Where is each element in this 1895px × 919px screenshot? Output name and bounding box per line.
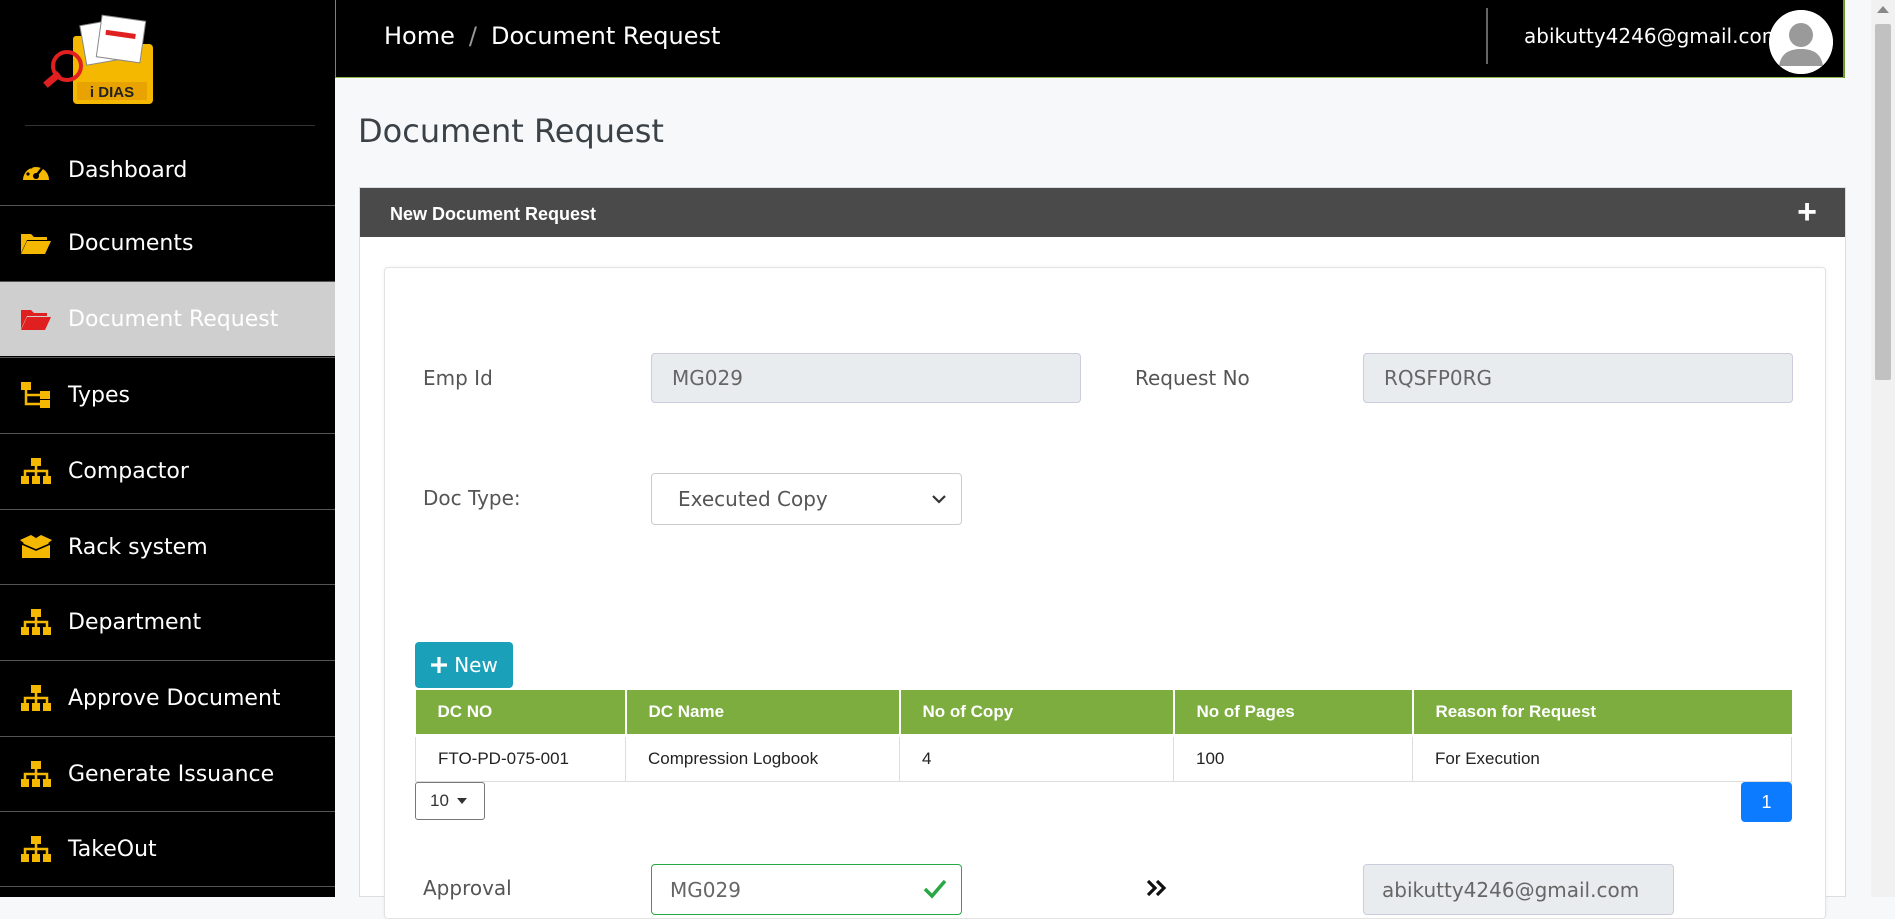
page-button-current[interactable]: 1 <box>1741 782 1792 822</box>
logo-area: i DIAS <box>25 10 315 126</box>
sidebar-item-label: Documents <box>68 230 194 256</box>
doc-type-value: Executed Copy <box>678 487 828 511</box>
double-chevron-right-icon <box>1146 879 1167 897</box>
sitemap-icon <box>18 456 54 486</box>
sitemap-icon <box>18 607 54 637</box>
emp-id-field[interactable]: MG029 <box>651 353 1081 403</box>
card-title: New Document Request <box>390 204 597 224</box>
approval-label: Approval <box>423 876 512 900</box>
no-of-copy-cell: 4 <box>899 735 1174 782</box>
dc-no-cell: FTO-PD-075-001 <box>415 735 626 782</box>
folder-open-icon <box>18 228 54 258</box>
sidebar-item-label: Department <box>68 609 202 635</box>
new-request-card: New Document Request + Emp Id MG029 Requ… <box>359 187 1846 919</box>
card-header: New Document Request + <box>360 188 1845 237</box>
sidebar-item-label: TakeOut <box>68 836 157 862</box>
user-email: abikutty4246@gmail.com <box>1524 24 1782 48</box>
approval-value: MG029 <box>670 877 741 902</box>
box-open-icon <box>18 532 54 562</box>
check-icon <box>923 879 947 899</box>
doc-type-label: Doc Type: <box>423 486 521 510</box>
column-header[interactable]: DC NO <box>415 690 627 737</box>
sidebar-item-takeout[interactable]: TakeOut <box>0 811 335 886</box>
reason-cell: For Execution <box>1412 735 1792 782</box>
approver-email-field[interactable]: abikutty4246@gmail.com <box>1363 864 1674 915</box>
sidebar-item-label: Compactor <box>68 458 189 484</box>
sidebar-item-label: Document Request <box>68 306 279 332</box>
approval-field[interactable]: MG029 <box>651 864 962 915</box>
sidebar-item-rack-system[interactable]: Rack system <box>0 509 335 584</box>
header-divider <box>1486 8 1488 64</box>
request-form: Emp Id MG029 Request No RQSFP0RG Doc Typ… <box>384 267 1826 919</box>
sitemap-icon <box>18 834 54 864</box>
sitemap-icon <box>18 759 54 789</box>
column-header[interactable]: No of Pages <box>1173 690 1414 737</box>
sidebar: i DIAS Dashboard Documents Document Requ… <box>0 0 335 897</box>
page-scrollbar[interactable] <box>1871 0 1895 897</box>
sidebar-item-department[interactable]: Department <box>0 584 335 659</box>
request-no-label: Request No <box>1135 366 1250 390</box>
breadcrumb: Home / Document Request <box>384 22 720 50</box>
scroll-up-arrow-icon[interactable] <box>1877 6 1889 13</box>
expand-plus-icon[interactable]: + <box>1797 194 1817 230</box>
no-of-pages-cell: 100 <box>1173 735 1413 782</box>
breadcrumb-separator: / <box>468 22 477 50</box>
emp-id-label: Emp Id <box>423 366 493 390</box>
folder-open-icon <box>18 304 54 334</box>
logo-text: i DIAS <box>90 84 134 101</box>
user-avatar-icon[interactable] <box>1769 10 1833 74</box>
page-size-value: 10 <box>430 791 449 810</box>
sidebar-item-dashboard[interactable]: Dashboard <box>0 133 335 208</box>
sidebar-item-documents[interactable]: Documents <box>0 205 335 280</box>
plus-icon <box>431 657 448 673</box>
table-header-row: DC NO DC Name No of Copy No of Pages Rea… <box>415 690 1792 737</box>
sidebar-item-approve-document[interactable]: Approve Document <box>0 660 335 735</box>
logo[interactable]: i DIAS <box>33 14 173 114</box>
sidebar-item-document-request[interactable]: Document Request <box>0 281 335 356</box>
breadcrumb-home[interactable]: Home <box>384 22 455 50</box>
header-edge <box>1843 0 1845 78</box>
column-header[interactable]: DC Name <box>625 690 901 737</box>
chevron-down-icon <box>932 495 946 504</box>
new-button-label: New <box>454 653 498 677</box>
sidebar-item-label: Rack system <box>68 534 208 560</box>
top-header: Home / Document Request abikutty4246@gmail… <box>335 0 1845 78</box>
sidebar-item-types[interactable]: Types <box>0 357 335 432</box>
scroll-thumb[interactable] <box>1875 24 1891 380</box>
sidebar-item-label: Dashboard <box>68 158 188 183</box>
page-size-dropdown[interactable]: 10 <box>415 782 485 820</box>
page-title: Document Request <box>358 112 664 150</box>
new-row-button[interactable]: New <box>415 642 513 688</box>
dashboard-gauge-icon <box>18 156 54 186</box>
hierarchy-icon <box>18 380 54 410</box>
column-header[interactable]: Reason for Request <box>1412 690 1792 737</box>
column-header[interactable]: No of Copy <box>899 690 1175 737</box>
dc-name-cell: Compression Logbook <box>625 735 900 782</box>
request-no-field[interactable]: RQSFP0RG <box>1363 353 1793 403</box>
table-row[interactable]: FTO-PD-075-001 Compression Logbook 4 100… <box>415 735 1792 782</box>
breadcrumb-current: Document Request <box>490 22 721 50</box>
sidebar-item-label: Types <box>68 382 130 408</box>
sitemap-icon <box>18 683 54 713</box>
doc-type-select[interactable]: Executed Copy <box>651 473 962 525</box>
sidebar-item-label: Approve Document <box>68 685 281 711</box>
sidebar-divider <box>0 886 335 887</box>
sidebar-item-label: Generate Issuance <box>68 761 275 787</box>
sidebar-item-compactor[interactable]: Compactor <box>0 433 335 508</box>
request-table: DC NO DC Name No of Copy No of Pages Rea… <box>415 690 1792 782</box>
caret-down-icon <box>456 798 467 804</box>
sidebar-item-generate-issuance[interactable]: Generate Issuance <box>0 736 335 811</box>
